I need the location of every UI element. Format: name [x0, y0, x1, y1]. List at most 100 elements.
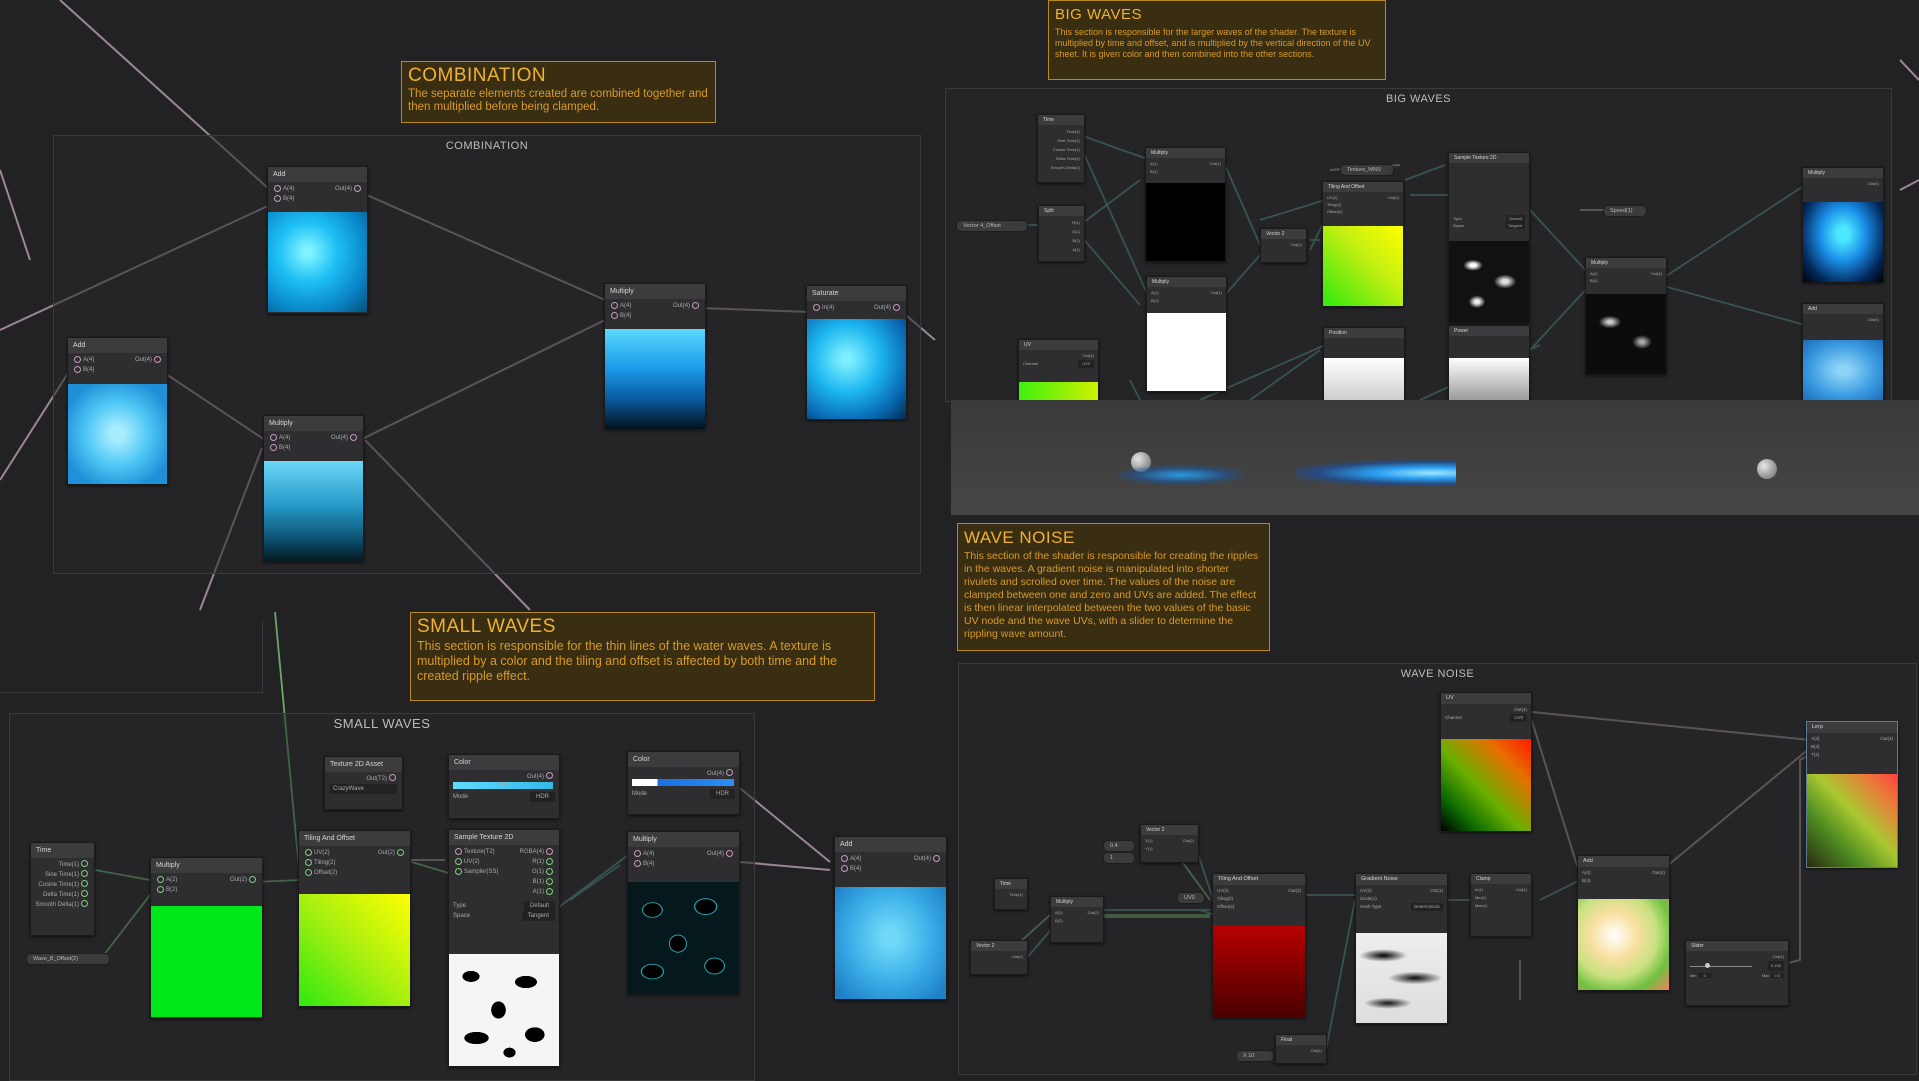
node-ports: Time(1): [995, 889, 1027, 901]
sticky-note-combination[interactable]: COMBINATION The separate elements create…: [401, 61, 716, 123]
channel-dropdown[interactable]: UV0: [1078, 360, 1094, 368]
node-multiply[interactable]: Multiply Out(4): [1802, 167, 1884, 283]
node-ports: A(4) Out(4) B(4) T(4): [1807, 733, 1897, 761]
node-tiling-and-offset[interactable]: Tiling And Offset UV(2) Out(2) Tiling(2) …: [1212, 873, 1306, 1018]
node-add[interactable]: Add A(4) Out(4) B(4): [1577, 855, 1670, 991]
uv0-field[interactable]: UV0: [1177, 892, 1205, 904]
shader-graph-canvas[interactable]: COMBINATION BIG WAVES SMALL WAVES WAVE N…: [0, 0, 1919, 1081]
node-time[interactable]: Time Time(1): [994, 878, 1028, 910]
node-lerp[interactable]: Lerp A(4) Out(4) B(4) T(4): [1806, 721, 1898, 868]
property-vector4-offset[interactable]: Vector 4_Offset: [956, 220, 1028, 232]
node-position[interactable]: Position: [1323, 327, 1405, 402]
node-multiply[interactable]: Multiply A(4) Out(4) B(4): [627, 831, 740, 995]
node-time[interactable]: Time Time(1) Sine Time(1) Cosine Time(1)…: [30, 842, 95, 936]
port-label: Out(1): [1430, 888, 1443, 893]
sticky-note-small-waves[interactable]: SMALL WAVES This section is responsible …: [410, 612, 875, 701]
node-uv[interactable]: UV Out(4) Channel UV0: [1440, 692, 1532, 832]
node-sample-texture-2d[interactable]: Sample Texture 2D Type Default Space Tange…: [1448, 152, 1530, 323]
space-dropdown[interactable]: Tangent: [521, 911, 555, 921]
property-texture[interactable]: Texture_WNS: [1340, 164, 1394, 176]
slider-handle[interactable]: [1705, 963, 1710, 968]
texture-field[interactable]: CrazyWave: [329, 784, 397, 794]
max-field[interactable]: 0.3: [1770, 973, 1784, 978]
node-float[interactable]: Float Out(1): [1275, 1034, 1327, 1064]
node-title: Sample Texture 2D: [1449, 153, 1529, 163]
node-split[interactable]: Split R(1) G(1) B(1) A(1): [1038, 205, 1085, 262]
node-title: Texture 2D Asset: [325, 757, 402, 772]
node-multiply[interactable]: Multiply A(2) Out(2) B(2): [150, 857, 263, 1019]
float-x-field[interactable]: X 10: [1236, 1050, 1274, 1062]
port-label: B(4): [620, 313, 632, 319]
node-texture-2d-asset[interactable]: Texture 2D Asset Out(T2) CrazyWave: [324, 756, 403, 810]
port-label: Tiling(2): [314, 860, 336, 866]
node-add[interactable]: Add A(4) Out(4) B(4): [67, 337, 168, 485]
color-swatch[interactable]: [632, 779, 734, 786]
sticky-note-big-waves[interactable]: BIG WAVES This section is responsible fo…: [1048, 0, 1386, 80]
node-multiply[interactable]: Multiply A(4) Out(4) B(4): [604, 283, 706, 430]
port-label: Out(4): [1880, 736, 1893, 741]
node-time[interactable]: Time Time(1) Sine Time(1) Cosine Time(1)…: [1037, 114, 1085, 183]
port-label: A(2): [166, 877, 178, 883]
node-tiling-and-offset[interactable]: Tiling And Offset UV(2) Out(2) Tiling(2) …: [298, 830, 411, 1007]
node-title: Add: [1578, 856, 1669, 867]
node-vector2[interactable]: Vector 2 Out(2): [970, 940, 1028, 975]
port-label: Out(4): [706, 851, 724, 857]
node-title: Multiply: [628, 832, 739, 847]
vector-y-field[interactable]: 1: [1103, 852, 1135, 864]
sticky-note-wave-noise[interactable]: WAVE NOISE This section of the shader is…: [957, 523, 1270, 651]
space-dropdown[interactable]: Tangent: [1504, 222, 1525, 229]
node-ports: Out(4): [1803, 314, 1883, 325]
node-preview: [151, 906, 262, 1017]
property-speed[interactable]: Speed(1): [1603, 205, 1647, 217]
node-clamp[interactable]: Clamp In(1) Out(1) Min(1) Max(1): [1470, 873, 1532, 937]
color-swatch[interactable]: HDR: [453, 782, 553, 789]
type-dropdown[interactable]: Default: [1506, 215, 1525, 222]
port-label: Smooth Delta(1): [1050, 165, 1080, 170]
node-multiply[interactable]: Multiply A(4) Out(4) B(4): [1585, 257, 1667, 375]
node-saturate[interactable]: Saturate In(4) Out(4): [806, 285, 907, 420]
port-label: Out(T2): [366, 776, 387, 782]
slider-value[interactable]: 0.155: [1767, 961, 1784, 971]
node-multiply[interactable]: Multiply A(2) Out(2) B(2): [1050, 896, 1104, 943]
node-multiply[interactable]: Multiply A(1) Out(1) B(1): [1146, 276, 1227, 392]
node-tiling-and-offset[interactable]: Tiling And Offset UV(2) Out(2) Tiling(2) …: [1322, 181, 1404, 307]
type-dropdown[interactable]: Default: [523, 901, 555, 911]
port-label: A(1): [532, 889, 544, 895]
node-add[interactable]: Add Out(4): [1802, 303, 1884, 402]
node-multiply[interactable]: Multiply A(4) Out(4) B(4): [263, 415, 364, 562]
node-multiply[interactable]: Multiply A(1) Out(1) B(1): [1145, 147, 1226, 262]
node-uv[interactable]: UV Out(4) Channel UV0: [1018, 339, 1099, 402]
node-color[interactable]: Color Out(4) HDR Mode HDR: [448, 754, 560, 819]
node-power[interactable]: Power: [1448, 325, 1530, 402]
vector-x-field[interactable]: 0.4: [1103, 840, 1135, 852]
mode-dropdown[interactable]: HDR: [710, 789, 735, 799]
port-label: Out(4): [134, 357, 152, 363]
slider-track[interactable]: [1690, 963, 1752, 968]
node-title: Saturate: [807, 286, 906, 301]
hash-dropdown[interactable]: Deterministic: [1410, 903, 1443, 911]
group-combination[interactable]: COMBINATION: [53, 135, 921, 574]
node-ports: UV(2) Out(2) Tiling(2) Offset(2): [299, 846, 410, 880]
node-vector2[interactable]: Vector 2 X(1) Out(2) Y(1): [1140, 824, 1199, 863]
node-preview: [1147, 313, 1226, 391]
node-slider[interactable]: Slider Out(1) 0.155 Min 0 Max 0.3: [1685, 940, 1789, 1006]
node-title: Multiply: [1051, 897, 1103, 907]
port-label: Out(4): [1867, 317, 1879, 322]
node-add[interactable]: Add A(4) Out(4) B(4): [267, 166, 368, 314]
property-wave-offset[interactable]: Wave_B_Offset(2): [26, 953, 110, 965]
port-label: Out(4): [1650, 271, 1662, 276]
node-gradient-noise[interactable]: Gradient Noise UV(2) Out(1) Scale(1) Hash…: [1355, 873, 1448, 1024]
scene-preview[interactable]: [951, 400, 1919, 515]
node-preview: [1807, 774, 1897, 867]
mode-dropdown[interactable]: HDR: [530, 792, 555, 802]
node-vector2[interactable]: Vector 2 Out(2): [1260, 228, 1307, 263]
port-label: Out(4): [873, 305, 891, 311]
port-label: A(4): [850, 856, 862, 862]
port-label: Sampler(SS): [464, 869, 499, 875]
node-sample-texture-2d[interactable]: Sample Texture 2D Texture(T2) RGBA(4) UV(…: [448, 829, 560, 1067]
node-color[interactable]: Color Out(4) Mode HDR: [627, 751, 740, 815]
port-label: In(1): [1475, 887, 1484, 892]
min-field[interactable]: 0: [1697, 973, 1712, 978]
node-add[interactable]: Add A(4) Out(4) B(4): [834, 836, 947, 1000]
channel-dropdown[interactable]: UV0: [1510, 714, 1527, 722]
